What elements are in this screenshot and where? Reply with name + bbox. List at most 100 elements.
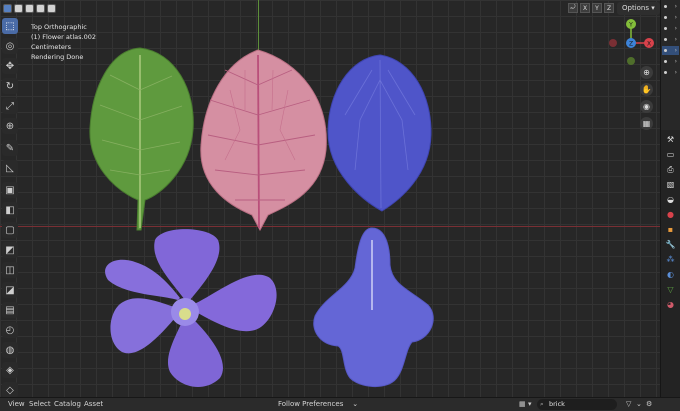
pan-hand-icon[interactable]: ✋ (640, 83, 653, 96)
material-tab-icon[interactable]: ◕ (664, 299, 678, 310)
bullet-icon (664, 71, 667, 74)
knife-icon[interactable]: ◪ (2, 282, 18, 298)
expand-arrow-icon[interactable]: › (675, 58, 677, 65)
world-tab-icon[interactable]: ● (664, 209, 678, 220)
inset-icon[interactable]: ▢ (2, 222, 18, 238)
gizmo-neg-y[interactable] (627, 57, 635, 65)
tool-tab-icon[interactable]: ⚒ (664, 134, 678, 145)
object-tab-icon[interactable]: ▪ (664, 224, 678, 235)
bullet-icon (664, 16, 667, 19)
viewport-info-overlay: Top Orthographic (1) Flower atlas.002 Ce… (31, 22, 96, 62)
mirror-z-button[interactable]: Z (604, 3, 614, 13)
pink-leaf (200, 49, 327, 232)
svg-text:Y: Y (628, 21, 633, 28)
import-method-dropdown[interactable]: Follow Preferences ⌄ (278, 400, 358, 408)
search-icon: ⌕ (540, 400, 544, 408)
shear-icon[interactable]: ◇ (2, 382, 18, 397)
extrude-icon[interactable]: ◧ (2, 202, 18, 218)
spin-icon[interactable]: ◴ (2, 322, 18, 338)
bullet-icon (664, 49, 667, 52)
poly-build-icon[interactable]: ▤ (2, 302, 18, 318)
loop-cut-icon[interactable]: ◫ (2, 262, 18, 278)
filter-icon[interactable]: ▽ (626, 400, 631, 408)
asset-menu[interactable]: Asset (84, 400, 103, 408)
shrink-fatten-icon[interactable]: ◈ (2, 362, 18, 378)
mode-extend-icon[interactable] (14, 4, 23, 13)
mirror-lock-icon[interactable]: ⤾ (568, 3, 578, 13)
rotate-icon[interactable]: ↻ (2, 78, 18, 94)
select-menu[interactable]: Select (29, 400, 51, 408)
mirror-axis-buttons[interactable]: ⤾ X Y Z (568, 3, 614, 13)
physics-tab-icon[interactable]: ◐ (664, 269, 678, 280)
modifier-wrench-icon[interactable]: 🔧 (664, 239, 678, 250)
mode-intersect-icon[interactable] (47, 4, 56, 13)
options-dropdown[interactable]: Options ▾ (617, 2, 660, 15)
mirror-y-button[interactable]: Y (592, 3, 602, 13)
blue-petal (327, 54, 432, 212)
3d-viewport[interactable]: ⤾ X Y Z Options ▾ Top Orthographic (1) F… (0, 0, 660, 397)
select-mode-buttons[interactable] (3, 4, 56, 13)
mode-new-icon[interactable] (3, 4, 12, 13)
navigation-buttons: ⊕ ✋ ◉ ▦ (640, 66, 654, 134)
asset-search-input[interactable]: ⌕ brick (537, 399, 617, 410)
sort-icon[interactable]: ▾ (528, 400, 532, 408)
particles-tab-icon[interactable]: ⁂ (664, 254, 678, 265)
cursor-icon[interactable]: ◎ (2, 38, 18, 54)
outliner-row[interactable]: › (662, 13, 679, 22)
expand-arrow-icon[interactable]: › (675, 3, 677, 10)
expand-arrow-icon[interactable]: › (675, 14, 677, 21)
violet-flower (105, 229, 277, 387)
view-name-text: Top Orthographic (31, 23, 87, 31)
outliner-row[interactable]: › (662, 35, 679, 44)
green-leaf (89, 47, 194, 231)
bullet-icon (664, 27, 667, 30)
svg-text:X: X (647, 40, 651, 47)
outliner-row-selected[interactable]: › (662, 46, 679, 55)
expand-arrow-icon[interactable]: › (675, 25, 677, 32)
move-icon[interactable]: ✥ (2, 58, 18, 74)
outliner-row[interactable]: › (662, 57, 679, 66)
filter-dropdown-icon[interactable]: ⌄ (636, 400, 642, 408)
lavender-petal (313, 227, 434, 387)
mode-difference-icon[interactable] (36, 4, 45, 13)
expand-arrow-icon[interactable]: › (675, 69, 677, 76)
outliner-row[interactable]: › (662, 2, 679, 11)
expand-arrow-icon[interactable]: › (675, 36, 677, 43)
outliner-row[interactable]: › (662, 68, 679, 77)
data-tab-icon[interactable]: ▽ (664, 284, 678, 295)
flower-atlas-image (89, 47, 434, 387)
grid-ortho-icon[interactable]: ▦ (640, 117, 653, 130)
properties-tabs: ⚒ ▭ ⎙ ▧ ◒ ● ▪ 🔧 ⁂ ◐ ▽ ◕ (660, 130, 680, 397)
bullet-icon (664, 38, 667, 41)
display-settings-icon[interactable]: ▦ (519, 400, 526, 408)
navigation-gizmo[interactable]: Y X Z (606, 18, 656, 68)
transform-icon[interactable]: ⊕ (2, 118, 18, 134)
view-layer-tab-icon[interactable]: ▧ (664, 179, 678, 190)
scale-icon[interactable]: ⤢ (2, 98, 18, 114)
measure-icon[interactable]: ◺ (2, 160, 18, 176)
render-tab-icon[interactable]: ▭ (664, 149, 678, 160)
scene-tab-icon[interactable]: ◒ (664, 194, 678, 205)
add-cube-icon[interactable]: ▣ (2, 182, 18, 198)
catalog-menu[interactable]: Catalog (54, 400, 81, 408)
svg-text:Z: Z (629, 40, 633, 47)
annotate-icon[interactable]: ✎ (2, 140, 18, 156)
gear-icon[interactable]: ⚙ (646, 400, 652, 408)
smooth-icon[interactable]: ◍ (2, 342, 18, 358)
tool-shelf: ⬚ ◎ ✥ ↻ ⤢ ⊕ ✎ ◺ ▣ ◧ ▢ ◩ ◫ ◪ ▤ ◴ ◍ ◈ ◇ (2, 18, 20, 397)
expand-arrow-icon[interactable]: › (675, 47, 677, 54)
camera-icon[interactable]: ◉ (640, 100, 653, 113)
output-tab-icon[interactable]: ⎙ (664, 164, 678, 175)
outliner-row[interactable]: › (662, 24, 679, 33)
select-box-icon[interactable]: ⬚ (2, 18, 18, 34)
gizmo-neg-x[interactable] (609, 39, 617, 47)
zoom-icon[interactable]: ⊕ (640, 66, 653, 79)
asset-browser-header: View Select Catalog Asset Follow Prefere… (0, 397, 680, 411)
view-menu[interactable]: View (8, 400, 25, 408)
bullet-icon (664, 5, 667, 8)
object-name-text: (1) Flower atlas.002 (31, 33, 97, 41)
mode-subtract-icon[interactable] (25, 4, 34, 13)
render-status-text: Rendering Done (31, 53, 84, 61)
mirror-x-button[interactable]: X (580, 3, 590, 13)
bevel-icon[interactable]: ◩ (2, 242, 18, 258)
